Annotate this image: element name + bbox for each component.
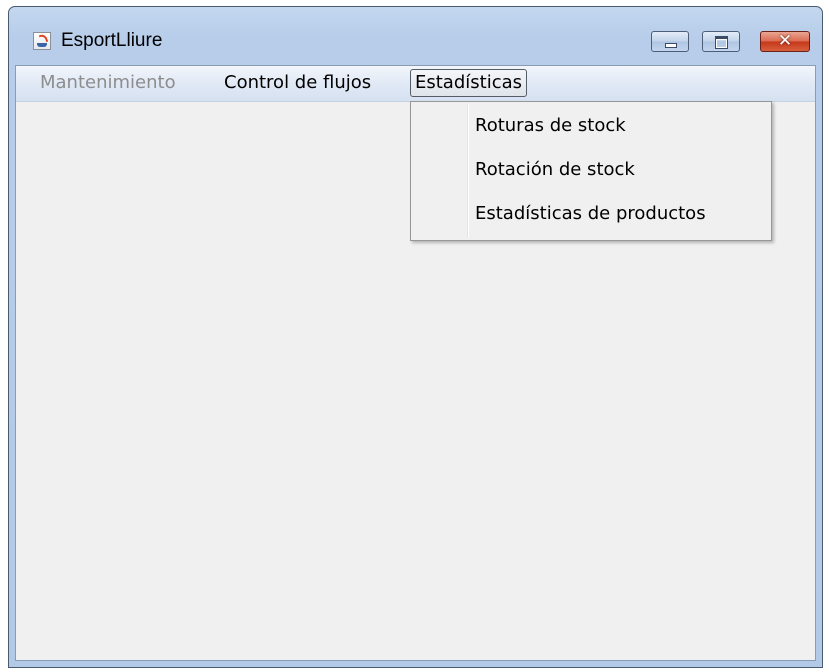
app-window: EsportLliure ✕ Mantenimiento Control de … bbox=[8, 6, 823, 668]
menu-item-rotacion-de-stock[interactable]: Rotación de stock bbox=[475, 150, 635, 190]
menu-icon-gutter bbox=[467, 104, 469, 238]
close-icon: ✕ bbox=[777, 31, 793, 51]
maximize-icon bbox=[715, 36, 728, 49]
menu-bar: Mantenimiento Control de flujos Estadíst… bbox=[16, 66, 815, 102]
menu-estadisticas[interactable]: Estadísticas bbox=[410, 69, 528, 97]
content-area: Mantenimiento Control de flujos Estadíst… bbox=[15, 65, 816, 661]
java-cup-icon[interactable] bbox=[33, 32, 51, 50]
menu-control-de-flujos[interactable]: Control de flujos bbox=[220, 69, 375, 97]
minimize-icon bbox=[665, 43, 677, 48]
menu-item-roturas-de-stock[interactable]: Roturas de stock bbox=[475, 106, 626, 146]
menu-item-estadisticas-de-productos[interactable]: Estadísticas de productos bbox=[475, 194, 706, 234]
maximize-button[interactable] bbox=[702, 31, 740, 52]
title-bar[interactable]: EsportLliure ✕ bbox=[9, 7, 822, 63]
java-cup-shape bbox=[37, 43, 47, 47]
estadisticas-dropdown: Roturas de stock Rotación de stock Estad… bbox=[410, 101, 772, 241]
window-title: EsportLliure bbox=[61, 30, 163, 51]
close-button[interactable]: ✕ bbox=[760, 31, 810, 52]
minimize-button[interactable] bbox=[651, 31, 689, 52]
menu-mantenimiento[interactable]: Mantenimiento bbox=[36, 69, 180, 97]
